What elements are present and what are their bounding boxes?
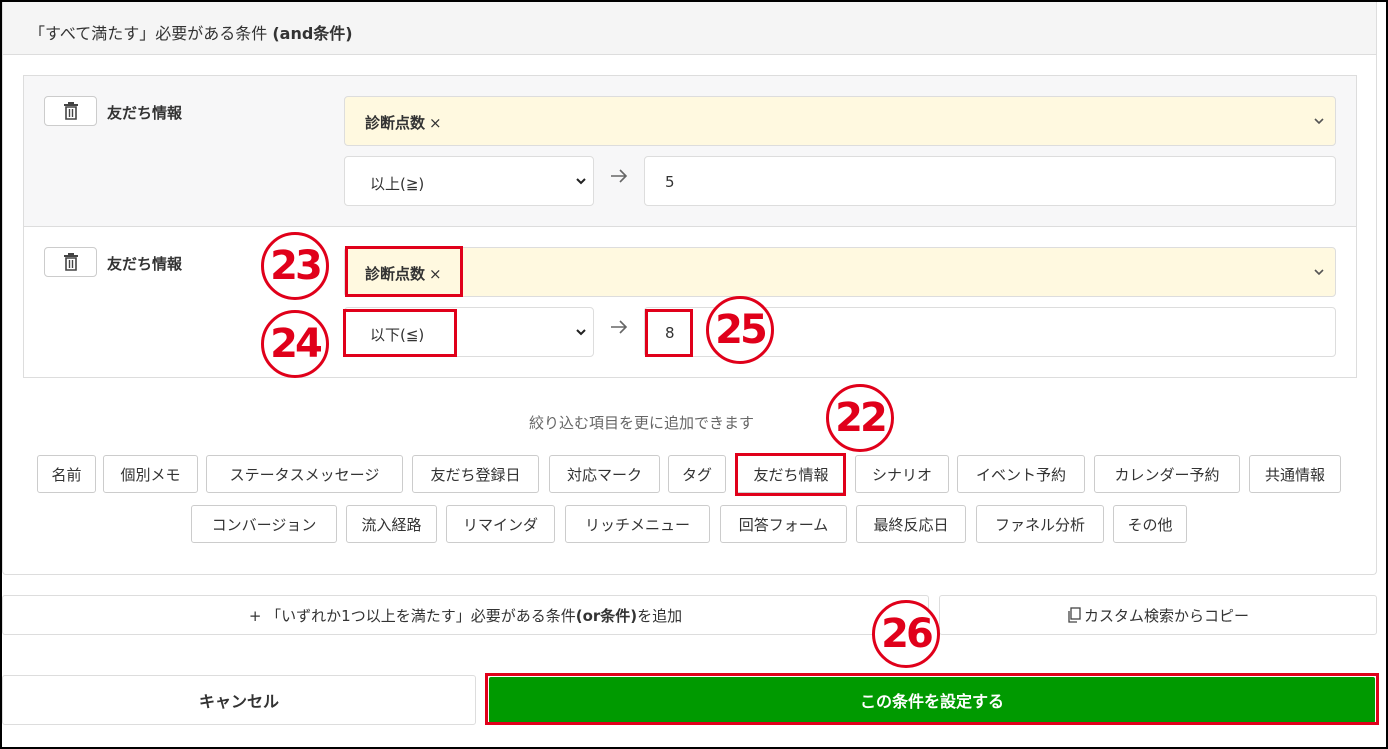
chip-status-message[interactable]: ステータスメッセージ <box>206 455 403 493</box>
panel-title: 「すべて満たす」必要がある条件 (and条件) <box>29 24 353 43</box>
chip-conversion[interactable]: コンバージョン <box>191 505 337 543</box>
set-condition-button[interactable]: この条件を設定する <box>489 677 1375 723</box>
chip-name[interactable]: 名前 <box>37 455 96 493</box>
annotation-badge-24: 24 <box>261 310 329 378</box>
chip-rich-menu[interactable]: リッチメニュー <box>565 505 710 543</box>
annotation-badge-26: 26 <box>872 600 940 668</box>
chip-last-reaction[interactable]: 最終反応日 <box>856 505 966 543</box>
annotation-badge-23: 23 <box>261 232 329 300</box>
annotation-badge-25: 25 <box>706 296 774 364</box>
value-input[interactable]: 5 <box>644 156 1336 206</box>
panel-header: 「すべて満たす」必要がある条件 (and条件) <box>3 2 1376 55</box>
chip-reminder[interactable]: リマインダ <box>446 505 555 543</box>
cancel-button[interactable]: キャンセル <box>2 675 476 725</box>
remove-tag-icon[interactable]: × <box>429 114 442 132</box>
condition-row-1: 友だち情報 診断点数 × 以上(≧) 5 <box>23 75 1357 227</box>
operator-select[interactable]: 以下(≦) <box>344 307 594 357</box>
chip-memo[interactable]: 個別メモ <box>103 455 198 493</box>
condition-row-2: 友だち情報 診断点数 × 以下(≦) 8 <box>23 227 1357 378</box>
copy-from-custom-search-button[interactable]: カスタム検索からコピー <box>939 595 1377 635</box>
copy-icon <box>1068 607 1081 623</box>
trash-icon <box>63 253 78 271</box>
chip-friend-date[interactable]: 友だち登録日 <box>412 455 539 493</box>
arrow-right-icon <box>611 320 628 334</box>
add-or-condition-button[interactable]: + 「いずれか1つ以上を満たす」必要がある条件 (or条件) を追加 <box>2 595 929 635</box>
delete-condition-button[interactable] <box>44 247 97 277</box>
chip-calendar[interactable]: カレンダー予約 <box>1094 455 1240 493</box>
add-item-hint: 絞り込む項目を更に追加できます <box>528 414 754 432</box>
chip-funnel[interactable]: ファネル分析 <box>976 505 1104 543</box>
remove-tag-icon[interactable]: × <box>429 265 442 283</box>
chip-event[interactable]: イベント予約 <box>957 455 1085 493</box>
trash-icon <box>63 102 78 120</box>
and-conditions-panel: 「すべて満たす」必要がある条件 (and条件) 友だち情報 診断点数 × 以上(≧… <box>2 2 1377 575</box>
chip-scenario[interactable]: シナリオ <box>855 455 949 493</box>
chip-inflow[interactable]: 流入経路 <box>346 505 437 543</box>
field-select[interactable]: 診断点数 × <box>344 247 1336 297</box>
chip-common[interactable]: 共通情報 <box>1249 455 1341 493</box>
chip-other[interactable]: その他 <box>1113 505 1187 543</box>
selected-tag: 診断点数 × <box>365 265 442 283</box>
chip-answer-form[interactable]: 回答フォーム <box>720 505 847 543</box>
chevron-down-icon <box>1314 118 1324 125</box>
chevron-down-icon <box>1314 269 1324 276</box>
selected-tag: 診断点数 × <box>365 114 442 132</box>
delete-condition-button[interactable] <box>44 96 97 126</box>
chevron-down-icon <box>576 178 586 185</box>
field-select[interactable]: 診断点数 × <box>344 96 1336 146</box>
chip-friend-info[interactable]: 友だち情報 <box>736 455 846 493</box>
condition-label: 友だち情報 <box>107 255 183 273</box>
operator-select[interactable]: 以上(≧) <box>344 156 594 206</box>
annotation-badge-22: 22 <box>826 384 894 452</box>
chip-tag[interactable]: タグ <box>668 455 726 493</box>
condition-label: 友だち情報 <box>107 104 183 122</box>
arrow-right-icon <box>611 169 628 183</box>
chevron-down-icon <box>576 329 586 336</box>
chip-mark[interactable]: 対応マーク <box>549 455 660 493</box>
